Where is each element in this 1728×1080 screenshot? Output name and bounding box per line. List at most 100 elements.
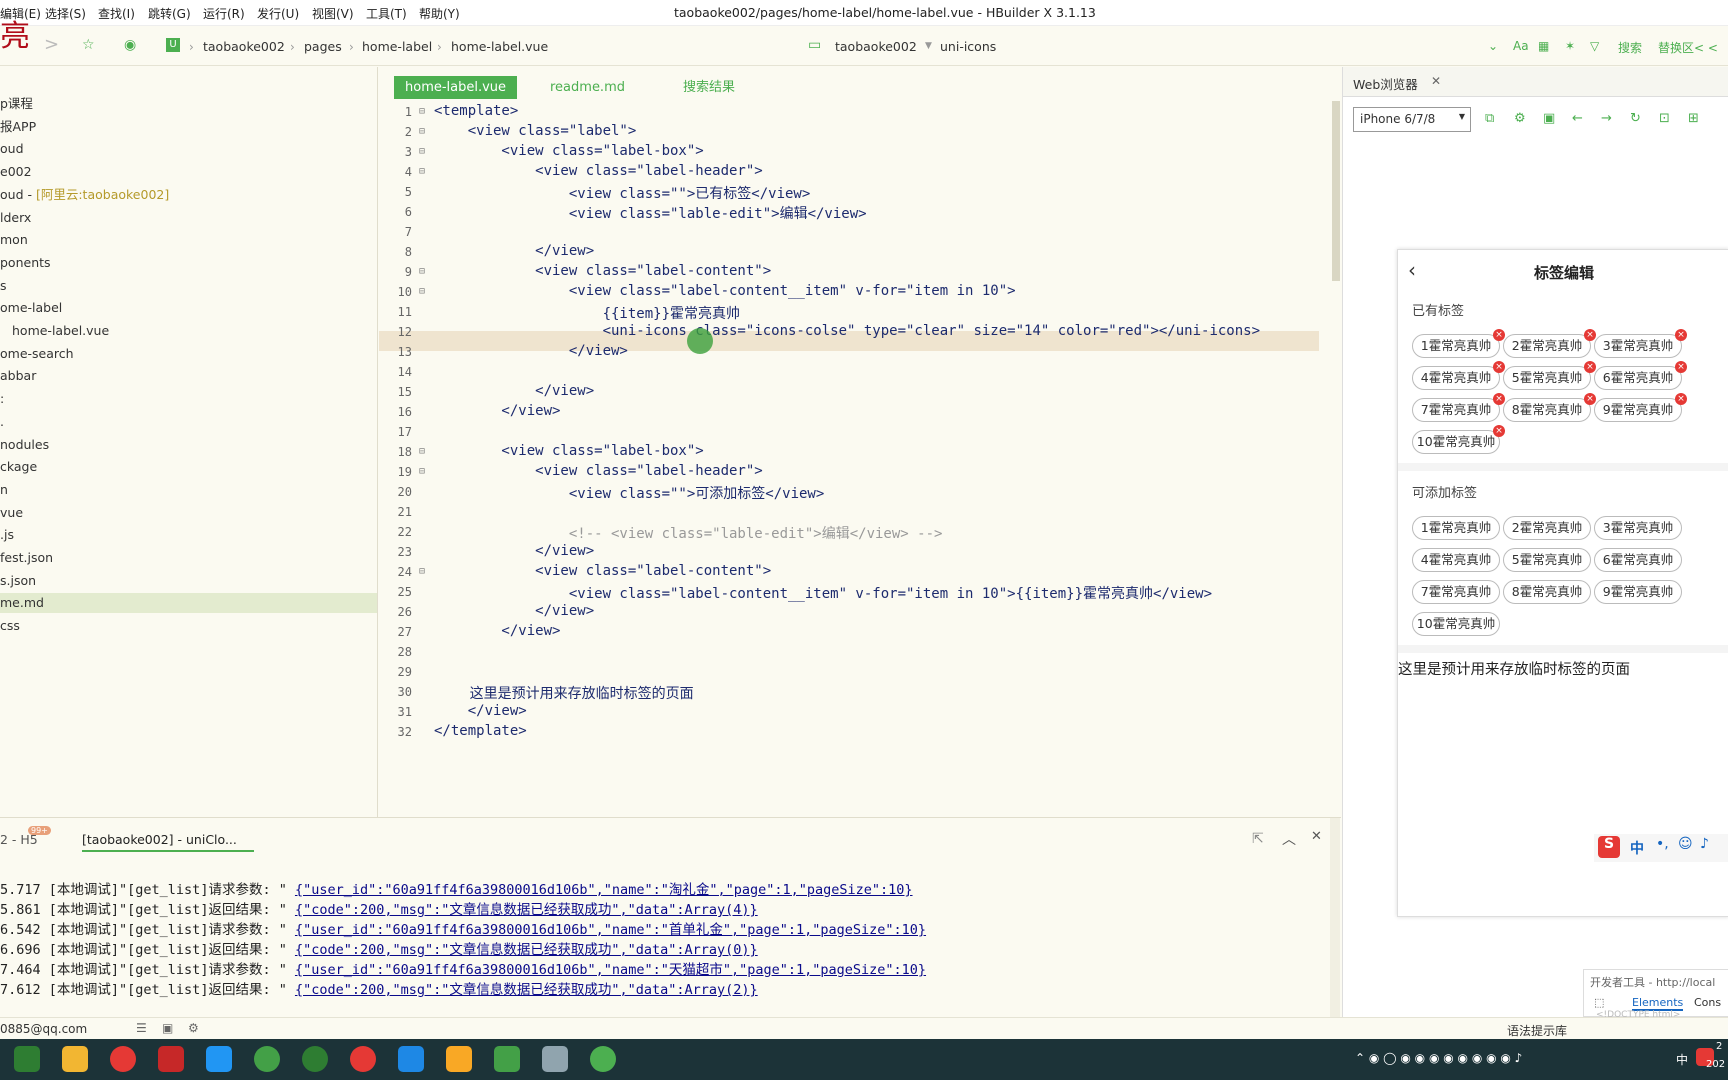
- breadcrumb-folder[interactable]: home-label: [362, 39, 432, 54]
- code-line[interactable]: </view>: [434, 383, 594, 399]
- console-tab-uniclo[interactable]: [taobaoke002] - uniClo...: [82, 832, 254, 852]
- grid-icon[interactable]: ⊞: [1688, 111, 1699, 126]
- remove-tag-icon[interactable]: ×: [1584, 361, 1596, 373]
- filter-icon[interactable]: ▽: [1590, 39, 1599, 53]
- screenshot-icon[interactable]: ⧉: [1485, 111, 1494, 126]
- menu-run[interactable]: 运行(R): [203, 5, 245, 22]
- code-line[interactable]: <view class="label">: [434, 123, 637, 139]
- menu-select[interactable]: 选择(S): [45, 5, 86, 22]
- fold-toggle-icon[interactable]: ⊟: [419, 266, 425, 277]
- tab-console[interactable]: Cons: [1694, 996, 1721, 1009]
- app-icon[interactable]: [542, 1046, 568, 1072]
- tag-item[interactable]: 2霍常亮真帅 ×: [1503, 329, 1596, 358]
- fold-toggle-icon[interactable]: ⊟: [419, 146, 425, 157]
- code-line[interactable]: <view class="label-box">: [434, 443, 703, 459]
- close-icon[interactable]: ✕: [1431, 74, 1441, 88]
- code-line[interactable]: </view>: [434, 703, 527, 719]
- tree-item[interactable]: lderx: [0, 208, 31, 228]
- fold-toggle-icon[interactable]: ⊟: [419, 466, 425, 477]
- tree-item[interactable]: ome-search: [0, 344, 74, 364]
- remove-tag-icon[interactable]: ×: [1493, 393, 1505, 405]
- code-line[interactable]: </view>: [434, 243, 594, 259]
- tree-item[interactable]: s.json: [0, 571, 36, 591]
- fold-toggle-icon[interactable]: ⊟: [419, 286, 425, 297]
- tree-item[interactable]: oud: [0, 139, 24, 159]
- tree-item[interactable]: ome-label: [0, 298, 62, 318]
- fold-toggle-icon[interactable]: ⊟: [419, 446, 425, 457]
- tab-search-results[interactable]: 搜索结果: [672, 76, 746, 99]
- wechat-icon[interactable]: [590, 1046, 616, 1072]
- tree-item[interactable]: 报APP: [0, 117, 36, 137]
- open-external-icon[interactable]: ⇱: [1252, 831, 1264, 847]
- hbuilder-icon[interactable]: [494, 1046, 520, 1072]
- font-size-icon[interactable]: Aa: [1513, 39, 1529, 53]
- menu-view[interactable]: 视图(V): [312, 5, 354, 22]
- breadcrumb-file[interactable]: home-label.vue: [451, 39, 548, 54]
- app-icon[interactable]: [254, 1046, 280, 1072]
- code-line[interactable]: <view class="label-content">: [434, 263, 771, 279]
- tag-item[interactable]: 9霍常亮真帅: [1594, 580, 1682, 604]
- tab-web-browser[interactable]: Web浏览器: [1353, 74, 1418, 93]
- code-line[interactable]: <view class="label-content__item" v-for=…: [434, 283, 1016, 299]
- remove-tag-icon[interactable]: ×: [1493, 329, 1505, 341]
- code-line[interactable]: <view class="">已有标签</view>: [434, 183, 810, 203]
- tree-item[interactable]: .: [0, 412, 4, 432]
- code-line[interactable]: </view>: [434, 403, 560, 419]
- inspect-icon[interactable]: ⬚: [1594, 996, 1604, 1009]
- code-line[interactable]: </view>: [434, 543, 594, 559]
- remove-tag-icon[interactable]: ×: [1675, 329, 1687, 341]
- device-select[interactable]: iPhone 6/7/8 ▼: [1353, 107, 1471, 132]
- menu-publish[interactable]: 发行(U): [257, 5, 299, 22]
- console-scrollbar[interactable]: [1330, 818, 1340, 1018]
- clock-date[interactable]: 202: [1706, 1059, 1725, 1070]
- menu-help[interactable]: 帮助(Y): [419, 5, 460, 22]
- word-icon[interactable]: [398, 1046, 424, 1072]
- tag-item[interactable]: 10霍常亮真帅: [1412, 612, 1500, 636]
- log-json-link[interactable]: {"code":200,"msg":"文章信息数据已经获取成功","data":…: [295, 902, 758, 918]
- breadcrumb-project[interactable]: taobaoke002: [203, 39, 285, 54]
- tab-elements[interactable]: Elements: [1632, 996, 1684, 1011]
- remove-tag-icon[interactable]: ×: [1584, 393, 1596, 405]
- regex-icon[interactable]: ▦: [1538, 39, 1549, 53]
- back-arrow-icon[interactable]: ←: [1572, 111, 1583, 126]
- code-line[interactable]: {{item}}霍常亮真帅: [434, 303, 740, 323]
- menu-find[interactable]: 查找(I): [98, 5, 135, 22]
- account-email[interactable]: 0885@qq.com: [0, 1022, 87, 1036]
- tree-item[interactable]: .js: [0, 525, 14, 545]
- tree-item[interactable]: :: [0, 389, 4, 409]
- tag-item[interactable]: 6霍常亮真帅: [1594, 548, 1682, 572]
- tag-item[interactable]: 5霍常亮真帅 ×: [1503, 361, 1596, 390]
- tree-item[interactable]: n: [0, 480, 8, 500]
- fold-toggle-icon[interactable]: ⊟: [419, 166, 425, 177]
- tag-item[interactable]: 7霍常亮真帅 ×: [1412, 393, 1505, 422]
- fold-toggle-icon[interactable]: ⊟: [419, 126, 425, 137]
- fold-toggle-icon[interactable]: ⊟: [419, 106, 425, 117]
- tab-readme[interactable]: readme.md: [539, 76, 636, 99]
- tag-item[interactable]: 10霍常亮真帅 ×: [1412, 425, 1505, 454]
- code-line[interactable]: </view>: [434, 623, 560, 639]
- remove-tag-icon[interactable]: ×: [1675, 393, 1687, 405]
- tree-item[interactable]: e002: [0, 162, 32, 182]
- code-line[interactable]: </view>: [434, 343, 628, 359]
- tab-home-label-vue[interactable]: home-label.vue: [394, 76, 518, 99]
- code-line[interactable]: <view class="label-content__item" v-for=…: [434, 583, 1212, 603]
- tree-item[interactable]: oud - [阿里云:taobaoke002]: [0, 185, 169, 205]
- replace-toggle[interactable]: 替换区< <: [1658, 39, 1718, 56]
- mic-icon[interactable]: ♪: [1700, 836, 1709, 852]
- plugin-icon[interactable]: ⚙: [188, 1021, 199, 1035]
- tag-item[interactable]: 8霍常亮真帅 ×: [1503, 393, 1596, 422]
- code-line[interactable]: <view class="">可添加标签</view>: [434, 483, 824, 503]
- gear-icon[interactable]: ⚙: [1514, 111, 1526, 126]
- code-line[interactable]: <view class="label-header">: [434, 463, 763, 479]
- log-json-link[interactable]: {"user_id":"60a91ff4f6a39800016d106b","n…: [295, 922, 926, 938]
- log-json-link[interactable]: {"code":200,"msg":"文章信息数据已经获取成功","data":…: [295, 982, 758, 998]
- code-line[interactable]: <view class="label-content">: [434, 563, 771, 579]
- remove-tag-icon[interactable]: ×: [1584, 329, 1596, 341]
- star-icon[interactable]: ☆: [82, 37, 95, 53]
- code-line[interactable]: </view>: [434, 603, 594, 619]
- menu-tools[interactable]: 工具(T): [366, 5, 407, 22]
- project-select[interactable]: taobaoke002: [835, 39, 917, 54]
- ime-tray[interactable]: 中: [1676, 1051, 1688, 1068]
- tree-item[interactable]: s: [0, 276, 7, 296]
- app-icon[interactable]: [446, 1046, 472, 1072]
